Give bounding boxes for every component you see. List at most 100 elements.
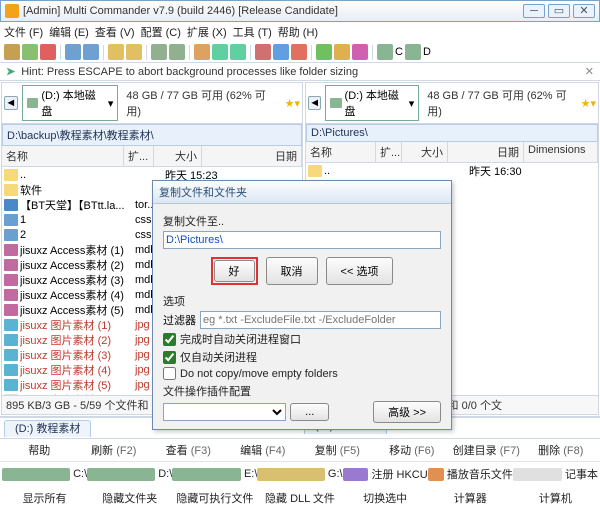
destination-input[interactable] [163,231,441,249]
fkey-button[interactable]: 编辑 (F4) [226,442,301,458]
launcher-icon [428,468,444,481]
filter-button[interactable]: 隐藏可执行文件 [172,490,257,506]
filter-button[interactable]: 切换选中 [343,490,428,506]
launcher-button[interactable]: D:\ [87,466,172,482]
toolbar-icon[interactable] [40,44,56,60]
filter-label: 过滤器 [163,312,196,328]
maximize-button[interactable]: ▭ [548,4,570,18]
file-icon [4,184,18,196]
filter-button[interactable]: 显示所有 [2,490,87,506]
copy-to-label: 复制文件至.. [163,213,441,229]
menu-item[interactable]: 文件 (F) [4,24,43,40]
auto-close-checkbox[interactable] [163,333,176,346]
toolbar-icon[interactable] [316,44,332,60]
launcher-button[interactable]: E:\ [172,466,257,482]
minimize-button[interactable]: ─ [523,4,545,18]
toolbar-icon[interactable] [291,44,307,60]
window-title: [Admin] Multi Commander v7.9 (build 2446… [23,5,520,17]
file-icon [4,214,18,226]
menu-item[interactable]: 查看 (V) [95,24,135,40]
plugin-select[interactable] [163,403,286,421]
toolbar-icon[interactable] [273,44,289,60]
nav-back-button[interactable]: ◄ [4,96,18,110]
file-icon [4,274,18,286]
toolbar-icon[interactable] [169,44,185,60]
fkey-button[interactable]: 查看 (F3) [151,442,226,458]
launcher-button[interactable]: G:\ [257,466,342,482]
filter-button[interactable]: 计算器 [428,490,513,506]
close-button[interactable]: ✕ [573,4,595,18]
close-hint-icon[interactable]: ✕ [585,65,594,78]
launcher-button[interactable]: 注册 HKCU [343,466,428,482]
toolbar-icon[interactable] [334,44,350,60]
hint-arrow-icon: ➤ [6,65,15,78]
options-toggle-button[interactable]: << 选项 [326,257,394,285]
file-icon [4,364,18,376]
file-icon [4,319,18,331]
fkey-button[interactable]: 复制 (F5) [300,442,375,458]
filter-input[interactable] [200,311,441,329]
path-bar-right[interactable]: D:\Pictures\ [306,124,598,142]
toolbar-icon[interactable] [4,44,20,60]
toolbar-icon[interactable] [22,44,38,60]
fkey-button[interactable]: 创建目录 (F7) [449,442,524,458]
menu-item[interactable]: 工具 (T) [233,24,272,40]
drive-space: 48 GB / 77 GB 可用 (62% 可用) [126,87,276,119]
path-bar-left[interactable]: D:\backup\教程素材\教程素材\ [2,124,302,146]
toolbar-icon[interactable] [194,44,210,60]
menu-item[interactable]: 配置 (C) [141,24,181,40]
fkey-button[interactable]: 删除 (F8) [524,442,599,458]
file-icon [4,379,18,391]
toolbar-icon[interactable] [352,44,368,60]
drive-icon [27,98,39,108]
launcher-button[interactable]: C:\ [2,466,87,482]
drive-d-icon[interactable] [405,44,421,60]
main-toolbar: C D [0,42,600,63]
toolbar-icon[interactable] [65,44,81,60]
file-icon [4,334,18,346]
skip-empty-checkbox[interactable] [163,367,176,380]
favorite-icon[interactable]: ★▾ [581,97,596,110]
toolbar-icon[interactable] [230,44,246,60]
plugin-more-button[interactable]: ... [290,403,329,421]
toolbar-icon[interactable] [151,44,167,60]
fkey-button[interactable]: 刷新 (F2) [77,442,152,458]
launcher-button[interactable]: 记事本 [513,466,598,482]
fkey-button[interactable]: 帮助 [2,442,77,458]
hint-text: Hint: Press ESCAPE to abort background p… [21,66,358,78]
ok-button[interactable]: 好 [214,260,255,282]
cancel-button[interactable]: 取消 [266,257,318,285]
drive-selector[interactable]: (D:) 本地磁盘 ▾ [22,85,119,121]
file-icon [4,289,18,301]
filter-button[interactable]: 隐藏文件夹 [87,490,172,506]
menu-item[interactable]: 帮助 (H) [278,24,318,40]
drive-c-icon[interactable] [377,44,393,60]
column-headers[interactable]: 名称 扩... 大小 日期 Dimensions [306,142,598,163]
nav-back-button[interactable]: ◄ [308,96,321,110]
file-icon [308,165,322,177]
filter-button[interactable]: 计算机 [513,490,598,506]
menu-bar: 文件 (F) 编辑 (E) 查看 (V) 配置 (C) 扩展 (X) 工具 (T) 帮助 (… [0,22,600,42]
toolbar-icon[interactable] [126,44,142,60]
favorite-icon[interactable]: ★▾ [285,97,300,110]
filter-button[interactable]: 隐藏 DLL 文件 [257,490,342,506]
toolbar-icon[interactable] [212,44,228,60]
drive-selector[interactable]: (D:) 本地磁盘 ▾ [325,85,419,121]
toolbar-icon[interactable] [255,44,271,60]
launcher-button[interactable]: 播放音乐文件 [428,466,513,482]
copy-dialog: 复制文件和文件夹 复制文件至.. 好 取消 << 选项 选项 过滤器 完成时自动… [152,180,452,430]
fkey-button[interactable]: 移动 (F6) [375,442,450,458]
file-row[interactable]: ..昨天 16:30 [306,163,598,178]
file-icon [4,349,18,361]
menu-item[interactable]: 扩展 (X) [187,24,227,40]
file-icon [4,169,18,181]
tab-left[interactable]: (D:) 教程素材 [4,420,91,437]
app-icon [5,4,19,18]
menu-item[interactable]: 编辑 (E) [49,24,89,40]
toolbar-icon[interactable] [108,44,124,60]
only-auto-close-checkbox[interactable] [163,351,176,364]
file-icon [4,229,18,241]
toolbar-icon[interactable] [83,44,99,60]
column-headers[interactable]: 名称 扩... 大小 日期 [2,146,302,167]
advanced-button[interactable]: 高级 >> [373,401,441,423]
